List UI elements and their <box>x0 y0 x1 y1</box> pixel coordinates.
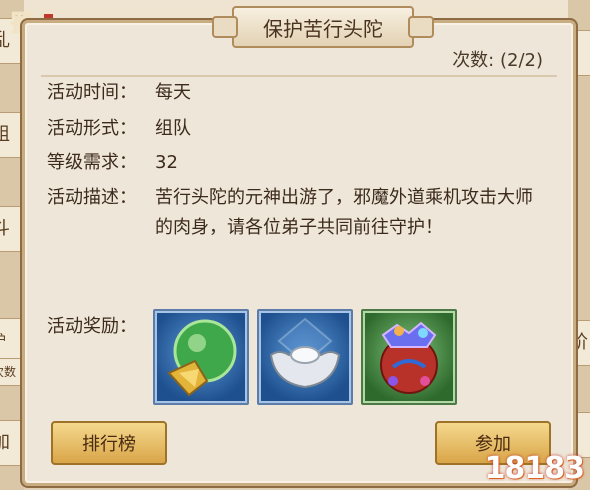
reward-slot-silver[interactable] <box>257 309 353 405</box>
treasure-bag-icon <box>380 321 438 394</box>
jade-orb-icon <box>167 319 237 397</box>
divider <box>41 75 557 77</box>
dialog-title: 保护苦行头陀 <box>212 6 434 48</box>
site-watermark: 18183 <box>484 451 585 486</box>
activity-dialog: 保护苦行头陀 次数: (2/2) 活动时间： 每天 活动形式： 组队 等级需求：… <box>22 6 576 486</box>
attempt-count: 次数: (2/2) <box>452 50 543 71</box>
level-label: 等级需求： <box>47 152 137 173</box>
background-tab: 组 <box>0 112 23 158</box>
reward-slot-jade[interactable] <box>153 309 249 405</box>
form-label: 活动形式： <box>47 118 137 139</box>
silver-ingot-icon <box>269 317 341 389</box>
description-label: 活动描述： <box>47 187 137 208</box>
time-value: 每天 <box>155 82 191 103</box>
reward-label: 活动奖励： <box>47 316 137 337</box>
level-value: 32 <box>155 152 178 173</box>
leaderboard-button[interactable]: 排行榜 <box>51 421 167 465</box>
reward-slot-treasure[interactable] <box>361 309 457 405</box>
time-label: 活动时间： <box>47 82 137 103</box>
background-tab: 斗 <box>0 206 23 252</box>
description-text: 苦行头陀的元神出游了，邪魔外道乘机攻击大师的肉身，请各位弟子共同前往守护！ <box>155 187 533 238</box>
form-value: 组队 <box>155 118 191 139</box>
background-tab: 次数 <box>0 358 23 386</box>
background-tab: 加 <box>0 420 23 466</box>
